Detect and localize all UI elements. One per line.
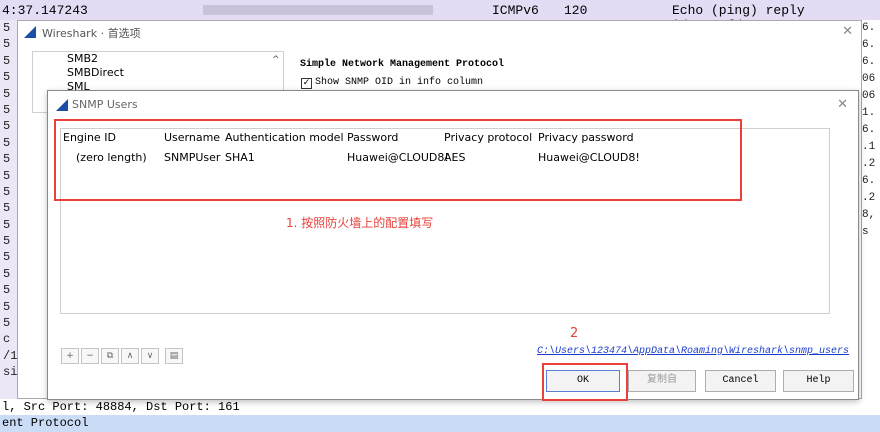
packet-row-fragment: 6. <box>862 39 876 51</box>
list-item[interactable]: SMB2 <box>33 52 283 66</box>
close-icon[interactable]: ✕ <box>842 24 853 39</box>
close-icon[interactable]: ✕ <box>837 97 848 112</box>
list-item[interactable]: SMBDirect <box>33 66 283 80</box>
packet-row-fragment: 06 <box>862 90 876 102</box>
show-oid-checkbox[interactable]: ✓ <box>301 78 312 89</box>
packet-row-selected[interactable]: 4:37.147243 ICMPv6 120 Echo (ping) reply… <box>0 0 880 33</box>
section-heading: Simple Network Management Protocol <box>300 59 505 70</box>
packet-row-fragment: 5 <box>3 102 11 117</box>
packet-row-fragment: 5 <box>3 70 11 85</box>
packet-row-fragment: 5 <box>3 266 11 281</box>
file-path-link[interactable]: C:\Users\123474\AppData\Roaming\Wireshar… <box>537 346 849 357</box>
packet-detail-line[interactable]: l, Src Port: 48884, Dst Port: 161 <box>0 399 880 415</box>
packet-row-fragment: .1 <box>862 141 876 153</box>
show-oid-label: Show SNMP OID in info column <box>315 77 484 88</box>
packet-row-fragment: 5 <box>3 283 11 298</box>
packet-row-fragment: 06 <box>862 73 876 85</box>
plus-icon[interactable]: + <box>61 348 79 364</box>
annotation-box-ok <box>542 363 628 401</box>
dialog-title: SNMP Users <box>72 98 138 111</box>
cancel-button[interactable]: Cancel <box>705 370 776 392</box>
packet-row-fragment: 5 <box>3 119 11 134</box>
annotation-step-2: 2 <box>570 326 579 341</box>
packet-row-fragment: 5 <box>3 201 11 216</box>
packet-row-fragment: 6. <box>862 22 876 34</box>
packet-row-fragment: /1 <box>3 348 18 363</box>
packet-row-fragment: 5 <box>3 299 11 314</box>
packet-row-fragment: 6. <box>862 175 876 187</box>
blurred-region <box>203 5 433 15</box>
packet-length: 120 <box>564 3 588 18</box>
packet-row-fragment: 1. <box>862 107 876 119</box>
packet-row-fragment: .2 <box>862 192 876 204</box>
packet-row-fragment: 5 <box>3 234 11 249</box>
packet-row-fragment: 5 <box>3 86 11 101</box>
minus-icon[interactable]: − <box>81 348 99 364</box>
packet-row-fragment: 5 <box>3 217 11 232</box>
wireshark-fin-icon <box>24 26 36 38</box>
packet-row-fragment: 6. <box>862 56 876 68</box>
copy-icon[interactable]: ⧉ <box>101 348 119 364</box>
move-down-icon[interactable]: ∨ <box>141 348 159 364</box>
clear-icon[interactable]: ▤ <box>165 348 183 364</box>
packet-list-left-edge: 5 5 5 5 5 5 5 5 5 5 5 5 5 5 5 5 5 5 5 c/1 si <box>0 20 18 400</box>
move-up-icon[interactable]: ∧ <box>121 348 139 364</box>
packet-row-fragment: .2 <box>862 158 876 170</box>
packet-row-fragment: 5 <box>3 316 11 331</box>
packet-detail-selected-line[interactable]: ent Protocol <box>0 415 880 432</box>
annotation-box-table <box>54 119 742 201</box>
preferences-title: Wireshark · 首选项 <box>42 27 141 40</box>
packet-row-fragment: 5 <box>3 53 11 68</box>
preferences-titlebar: Wireshark · 首选项 ✕ <box>18 21 861 43</box>
packet-row-fragment: 5 <box>3 184 11 199</box>
packet-row-fragment: c <box>3 332 11 347</box>
packet-protocol: ICMPv6 <box>492 3 539 18</box>
packet-row-fragment: 5 <box>3 152 11 167</box>
help-button[interactable]: Help <box>783 370 854 392</box>
copy-from-button[interactable]: 复制自 <box>628 370 696 392</box>
wireshark-fin-icon <box>56 99 68 111</box>
packet-row-fragment: s <box>862 226 869 238</box>
packet-row-fragment: 5 <box>3 21 11 35</box>
snmp-users-dialog: SNMP Users ✕ Engine ID Username Authenti… <box>47 90 859 401</box>
packet-row-fragment: 5 <box>3 250 11 265</box>
packet-row-fragment: 5 <box>3 135 11 150</box>
packet-row-fragment: 5 <box>3 168 11 183</box>
packet-row-fragment: 6. <box>862 124 876 136</box>
scroll-up-icon[interactable]: ^ <box>272 55 280 65</box>
packet-row-fragment: 8, <box>862 209 876 221</box>
packet-time: 4:37.147243 <box>2 3 88 18</box>
annotation-text: 1. 按照防火墙上的配置填写 <box>286 216 434 230</box>
packet-row-fragment: 5 <box>3 37 11 52</box>
packet-row-fragment: si <box>3 365 18 380</box>
packet-list-right-edge: 6. 6. 6. 06 06 1. 6. .1 .2 6. .2 8, s <box>862 20 880 280</box>
